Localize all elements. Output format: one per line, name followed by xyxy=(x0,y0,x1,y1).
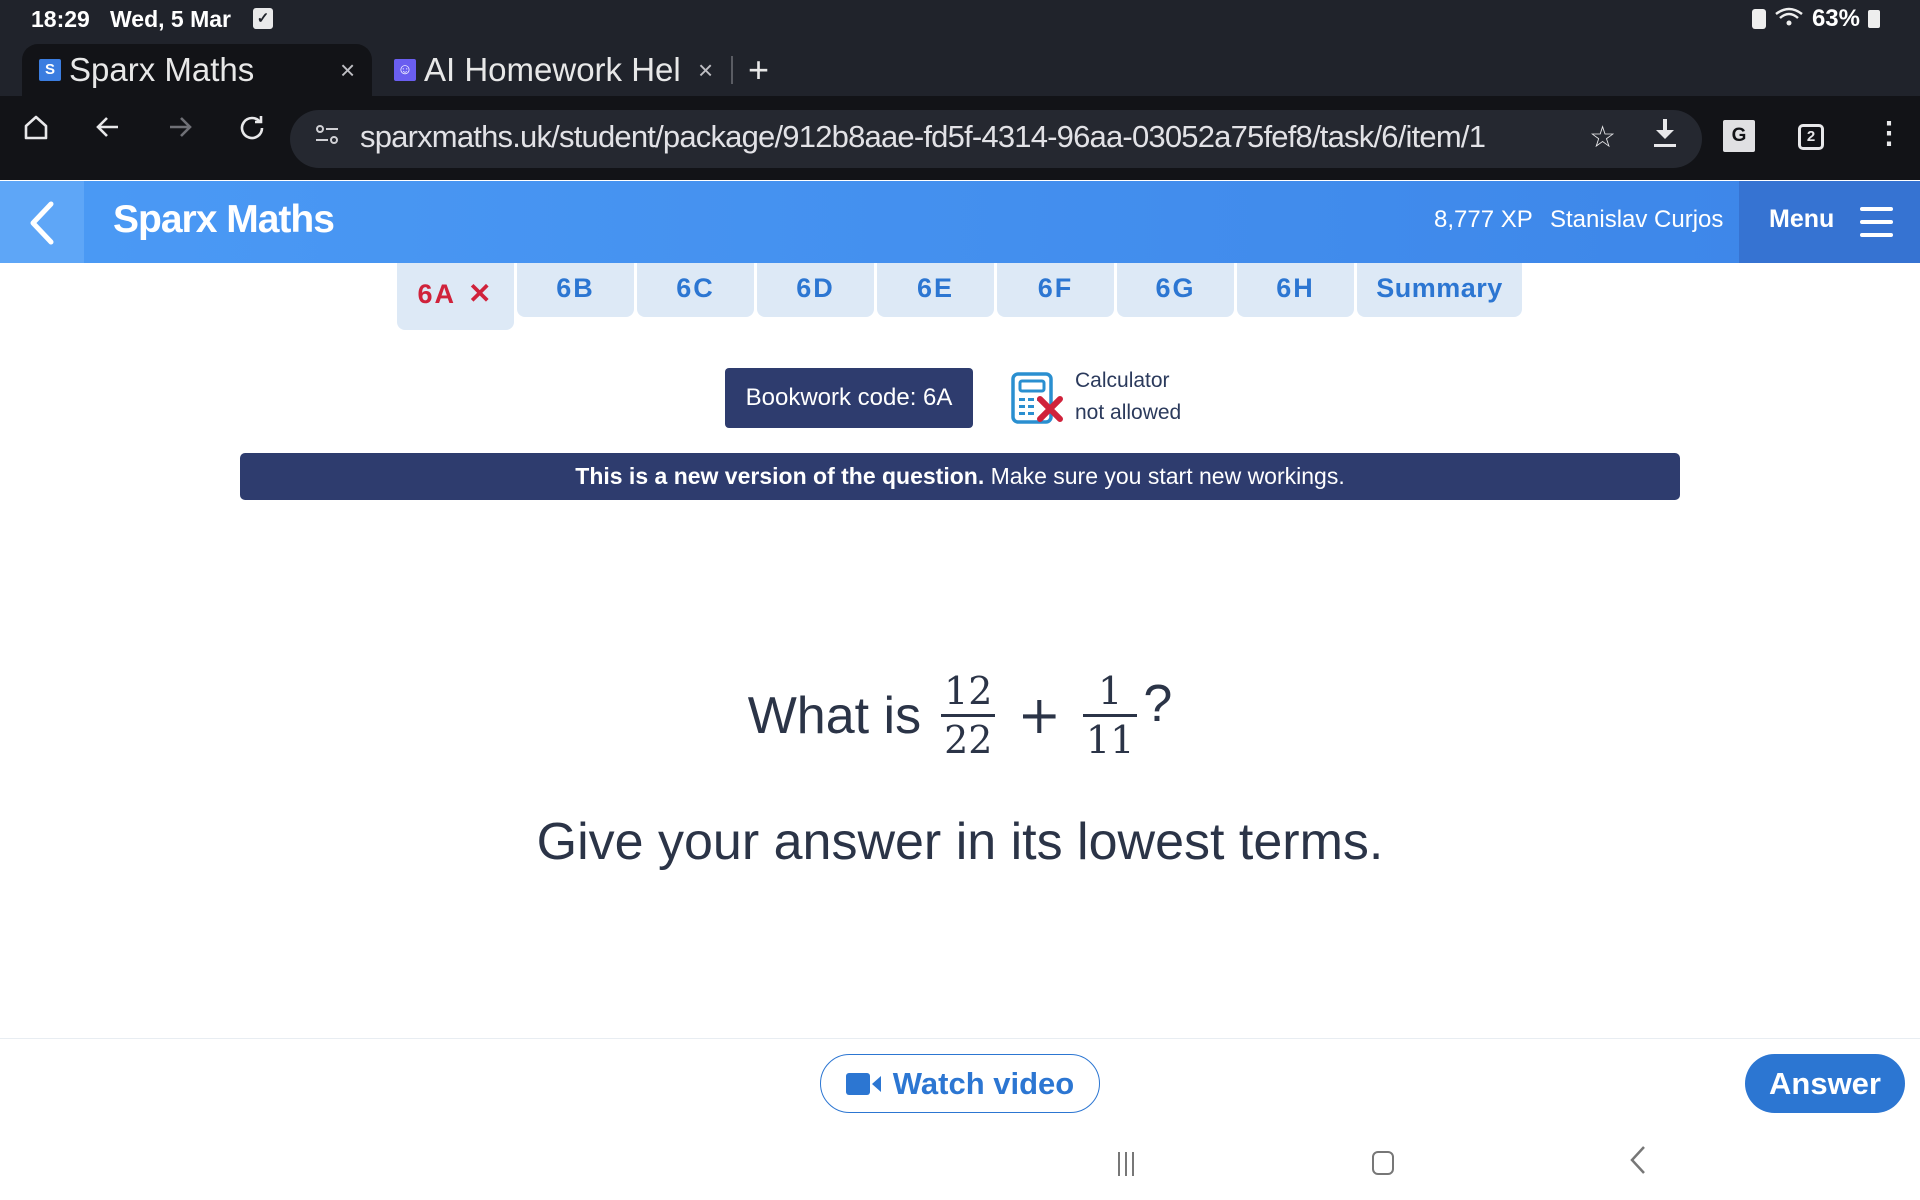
tab-title: AI Homework Hel xyxy=(424,51,679,88)
task-tab-6e[interactable]: 6E xyxy=(877,263,994,317)
fraction-bar xyxy=(941,714,996,717)
incorrect-cross-icon: ✕ xyxy=(468,278,494,309)
chevron-left-icon xyxy=(30,201,54,245)
xp-count: 8,777 XP xyxy=(1434,206,1533,233)
user-name: Stanislav Curjos xyxy=(1550,206,1724,233)
battery-percent: 63% xyxy=(1811,5,1860,32)
ai-homework-favicon-icon: ☺ xyxy=(394,59,416,81)
task-tab-6c[interactable]: 6C xyxy=(637,263,754,317)
status-bar: 18:29 Wed, 5 Mar ✓ 63% xyxy=(0,0,1920,44)
question-mark: ? xyxy=(1143,674,1173,733)
back-nav-icon[interactable] xyxy=(1628,1144,1648,1185)
task-tab-6a[interactable]: 6A ✕ xyxy=(397,263,514,330)
browser-tab-strip: S Sparx Maths × ☺ AI Homework Hel × + xyxy=(0,44,1920,96)
fraction-2-denominator: 11 xyxy=(1086,718,1135,762)
calculator-label: Calculator xyxy=(1075,369,1170,392)
status-icons: 63% xyxy=(1751,5,1880,33)
fraction-1-numerator: 12 xyxy=(944,669,993,713)
browser-tab-sparx[interactable]: S Sparx Maths × xyxy=(22,44,372,96)
menu-label: Menu xyxy=(1769,205,1835,233)
task-tabs: 6A ✕ 6B 6C 6D 6E 6F 6G 6H Summary xyxy=(397,263,1522,330)
task-tab-label: 6A xyxy=(417,279,457,309)
new-version-banner: This is a new version of the question. M… xyxy=(240,453,1680,500)
battery-icon xyxy=(1868,10,1880,28)
site-settings-icon[interactable] xyxy=(314,122,340,154)
more-menu-icon[interactable]: ⋮ xyxy=(1874,116,1904,151)
answer-button[interactable]: Answer xyxy=(1745,1054,1905,1113)
tab-separator xyxy=(731,56,733,84)
question-prefix: What is xyxy=(747,686,922,745)
banner-text: Make sure you start new workings. xyxy=(984,463,1345,489)
wifi-icon xyxy=(1774,6,1804,33)
bookwork-code-badge: Bookwork code: 6A xyxy=(725,368,973,428)
calculator-status: not allowed xyxy=(1075,401,1182,424)
sparx-header: Sparx Maths 8,777 XP Stanislav Curjos Me… xyxy=(0,181,1920,263)
task-tab-6g[interactable]: 6G xyxy=(1117,263,1234,317)
task-tab-6f[interactable]: 6F xyxy=(997,263,1114,317)
close-tab-icon[interactable]: × xyxy=(698,55,713,86)
video-camera-icon xyxy=(845,1072,881,1095)
plus-operator: + xyxy=(1017,685,1062,746)
translate-icon[interactable]: G xyxy=(1723,120,1755,152)
recent-apps-icon[interactable] xyxy=(1118,1152,1142,1176)
question: What is 12 22 + 1 11 ? xyxy=(0,670,1920,761)
task-tab-6d[interactable]: 6D xyxy=(757,263,874,317)
status-date: Wed, 5 Mar xyxy=(110,6,231,32)
task-tab-6h[interactable]: 6H xyxy=(1237,263,1354,317)
divider xyxy=(0,1038,1920,1039)
task-tab-summary[interactable]: Summary xyxy=(1357,263,1522,317)
reload-icon[interactable] xyxy=(230,110,274,154)
back-arrow-icon[interactable] xyxy=(86,110,130,154)
browser-toolbar: sparxmaths.uk/student/package/912b8aae-f… xyxy=(0,96,1920,180)
download-icon[interactable] xyxy=(1650,116,1680,158)
new-tab-button[interactable]: + xyxy=(748,44,769,96)
fraction-1-denominator: 22 xyxy=(944,718,993,762)
home-nav-icon[interactable] xyxy=(1372,1151,1394,1175)
back-button[interactable] xyxy=(0,181,84,263)
fraction-bar xyxy=(1083,714,1138,717)
fraction-2-numerator: 1 xyxy=(1098,669,1123,713)
calculator-not-allowed-icon xyxy=(1011,372,1063,424)
menu-button[interactable]: Menu xyxy=(1739,181,1920,263)
forward-arrow-icon[interactable] xyxy=(158,110,202,154)
close-tab-icon[interactable]: × xyxy=(340,55,355,86)
banner-bold-text: This is a new version of the question. xyxy=(575,463,985,489)
status-time: 18:29 xyxy=(31,6,90,32)
sparx-favicon-icon: S xyxy=(39,59,61,81)
browser-tab-ai-homework[interactable]: ☺ AI Homework Hel × xyxy=(372,44,732,96)
tab-switcher-button[interactable]: 2 xyxy=(1798,124,1824,150)
hamburger-icon xyxy=(1860,207,1893,237)
question-instruction: Give your answer in its lowest terms. xyxy=(536,813,1384,871)
bookmark-star-icon[interactable]: ☆ xyxy=(1589,120,1616,155)
tab-title: Sparx Maths xyxy=(69,51,255,88)
watch-video-button[interactable]: Watch video xyxy=(820,1054,1100,1113)
task-tab-6b[interactable]: 6B xyxy=(517,263,634,317)
checkbox-icon: ✓ xyxy=(253,8,273,29)
fraction-1: 12 22 xyxy=(941,669,996,762)
fraction-2: 1 11 xyxy=(1083,669,1138,762)
battery-saver-icon xyxy=(1751,9,1766,29)
watch-video-label: Watch video xyxy=(892,1065,1075,1101)
app-title: Sparx Maths xyxy=(113,198,335,241)
home-icon[interactable] xyxy=(14,110,58,154)
address-bar[interactable]: sparxmaths.uk/student/package/912b8aae-f… xyxy=(290,110,1702,168)
url-text[interactable]: sparxmaths.uk/student/package/912b8aae-f… xyxy=(360,119,1486,155)
